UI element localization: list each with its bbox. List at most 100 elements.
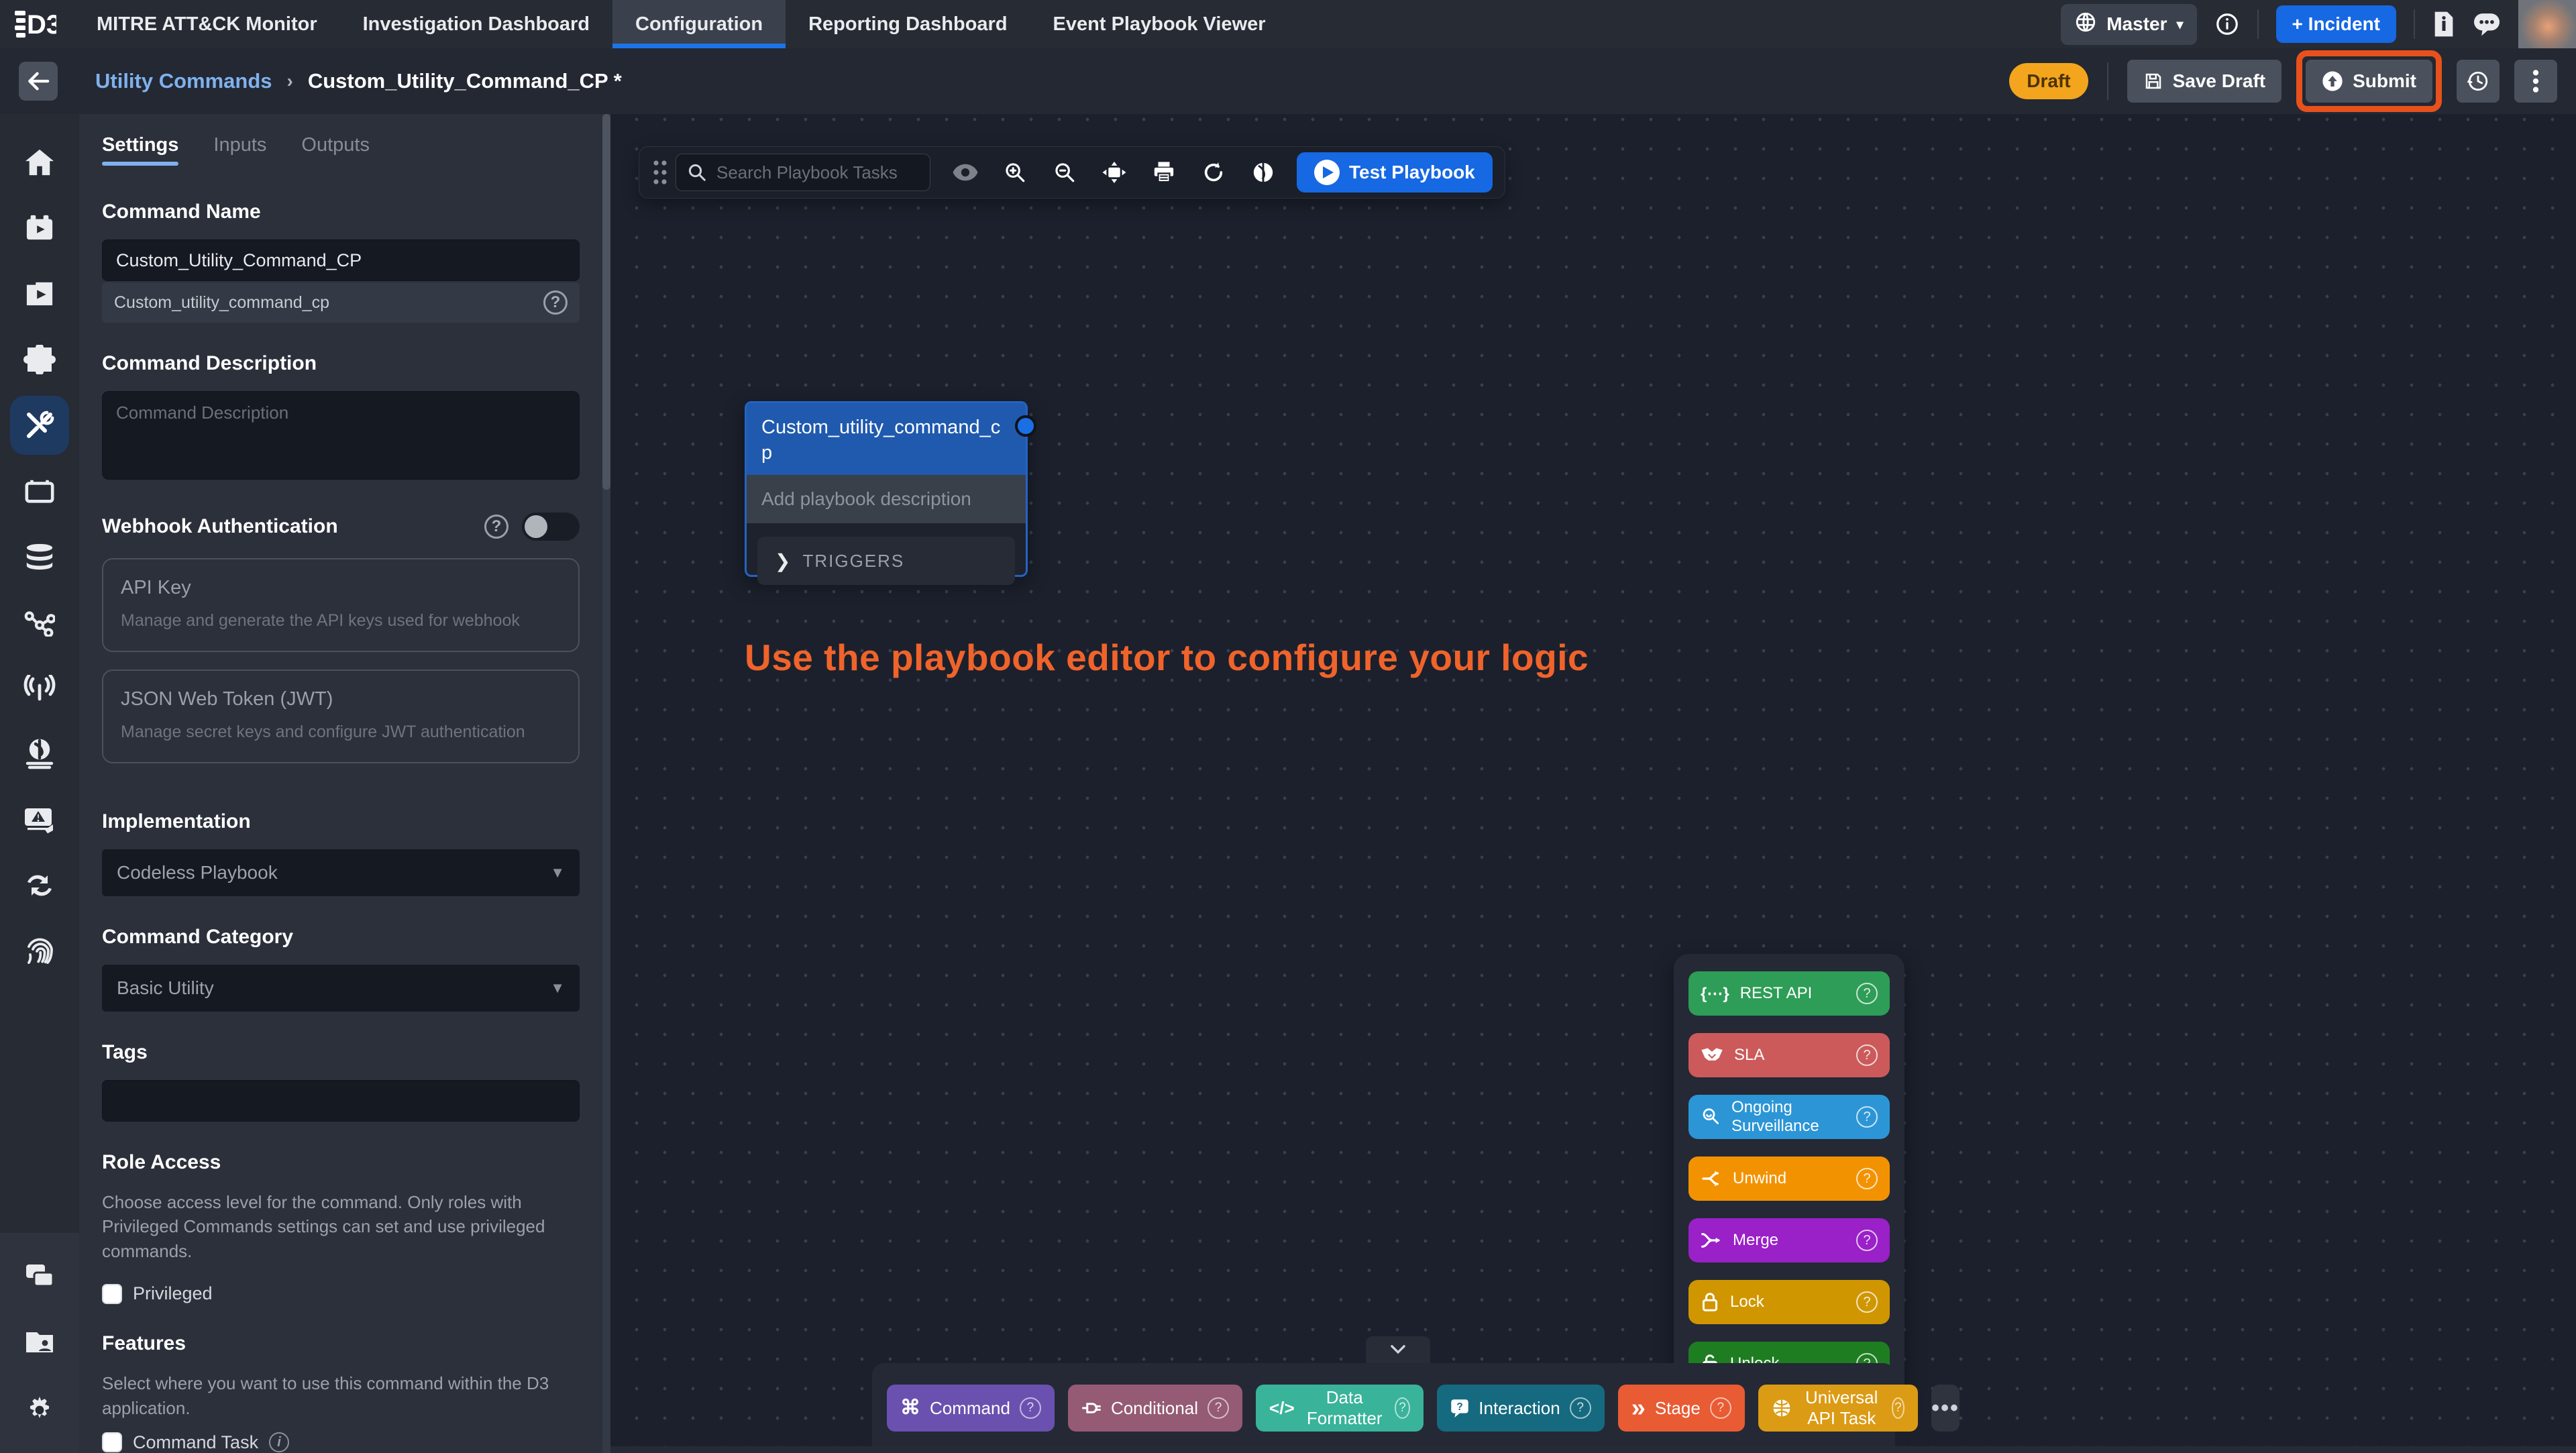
breadcrumb-utility-commands[interactable]: Utility Commands: [95, 69, 272, 93]
print-icon[interactable]: [1142, 154, 1185, 191]
sidebar-webhooks-icon[interactable]: [10, 659, 69, 718]
sidebar-web-intel-icon[interactable]: [10, 724, 69, 784]
node-description-placeholder[interactable]: Add playbook description: [747, 475, 1026, 523]
help-icon[interactable]: ?: [1856, 1230, 1878, 1251]
nav-configuration[interactable]: Configuration: [612, 0, 786, 48]
features-label: Features: [102, 1332, 580, 1355]
sidebar-window-copies-icon[interactable]: [10, 1246, 69, 1305]
help-icon[interactable]: ?: [484, 515, 508, 539]
help-icon[interactable]: ?: [1710, 1397, 1731, 1419]
chat-icon[interactable]: [2473, 11, 2501, 37]
svg-text:?: ?: [1457, 1401, 1463, 1413]
privileged-checkbox[interactable]: [102, 1284, 122, 1304]
save-draft-button[interactable]: Save Draft: [2127, 60, 2282, 103]
add-data-formatter-button[interactable]: </> Data Formatter ?: [1256, 1385, 1424, 1432]
task-merge[interactable]: Merge ?: [1688, 1218, 1890, 1262]
globe-icon[interactable]: [1242, 154, 1285, 191]
implementation-select[interactable]: Codeless Playbook ▼: [102, 849, 580, 896]
nav-reporting-dashboard[interactable]: Reporting Dashboard: [786, 0, 1030, 48]
nav-mitre-attck-monitor[interactable]: MITRE ATT&CK Monitor: [74, 0, 340, 48]
add-interaction-task-button[interactable]: ? Interaction ?: [1437, 1385, 1604, 1432]
command-category-select[interactable]: Basic Utility ▼: [102, 965, 580, 1012]
tags-input[interactable]: [102, 1080, 580, 1122]
add-universal-api-task-button[interactable]: Universal API Task ?: [1758, 1385, 1918, 1432]
api-key-card[interactable]: API Key Manage and generate the API keys…: [102, 558, 580, 652]
submit-label: Submit: [2353, 70, 2416, 92]
help-icon[interactable]: ?: [1856, 1044, 1878, 1066]
sidebar-board-icon[interactable]: [10, 462, 69, 521]
playbook-task-search[interactable]: [676, 154, 930, 191]
task-label: SLA: [1734, 1046, 1845, 1065]
add-command-task-button[interactable]: ⌘ Command ?: [887, 1385, 1055, 1432]
help-icon[interactable]: ?: [1208, 1397, 1229, 1419]
add-stage-button[interactable]: » Stage ?: [1618, 1385, 1745, 1432]
nav-event-playbook-viewer[interactable]: Event Playbook Viewer: [1030, 0, 1289, 48]
submit-button[interactable]: Submit: [2306, 60, 2432, 103]
sidebar-fingerprint-icon[interactable]: [10, 922, 69, 981]
tab-inputs[interactable]: Inputs: [213, 134, 266, 166]
node-output-port[interactable]: [1015, 415, 1036, 437]
command-description-input[interactable]: [102, 391, 580, 480]
help-icon[interactable]: ?: [543, 290, 568, 315]
back-button[interactable]: [19, 62, 58, 101]
help-icon[interactable]: ?: [1395, 1397, 1410, 1419]
sidebar-data-management-icon[interactable]: [10, 527, 69, 586]
help-icon[interactable]: ?: [1020, 1397, 1041, 1419]
sidebar-playbook-player-icon[interactable]: [10, 264, 69, 323]
task-lock[interactable]: Lock ?: [1688, 1280, 1890, 1324]
status-badge: Draft: [2009, 63, 2088, 99]
add-conditional-task-button[interactable]: Conditional ?: [1068, 1385, 1242, 1432]
help-icon[interactable]: ?: [1856, 1291, 1878, 1313]
sidebar-event-monitor-icon[interactable]: [10, 199, 69, 258]
sidebar-incident-report-icon[interactable]: [10, 790, 69, 849]
sidebar-contacts-icon[interactable]: [10, 1312, 69, 1371]
site-selector[interactable]: Master ▾: [2061, 4, 2196, 45]
info-icon[interactable]: [2214, 11, 2240, 37]
sidebar-home-icon[interactable]: [10, 133, 69, 192]
more-task-types-button[interactable]: •••: [1931, 1385, 1960, 1432]
zoom-in-icon[interactable]: [994, 154, 1036, 191]
release-notes-icon[interactable]: [2432, 11, 2455, 38]
help-icon[interactable]: ?: [1856, 983, 1878, 1004]
help-icon[interactable]: ?: [1856, 1106, 1878, 1128]
info-icon[interactable]: i: [269, 1432, 289, 1452]
help-icon[interactable]: ?: [1892, 1397, 1905, 1419]
preview-eye-icon[interactable]: [944, 154, 987, 191]
node-triggers-section[interactable]: ❯ TRIGGERS: [757, 537, 1015, 585]
sidebar-sync-icon[interactable]: [10, 856, 69, 915]
help-icon[interactable]: ?: [1570, 1397, 1591, 1419]
playbook-root-node[interactable]: Custom_utility_command_cp Add playbook d…: [745, 401, 1028, 577]
webhook-auth-toggle[interactable]: [522, 513, 580, 541]
refresh-icon[interactable]: [1192, 154, 1235, 191]
command-name-input[interactable]: [102, 239, 580, 281]
task-sla[interactable]: SLA ?: [1688, 1033, 1890, 1077]
search-input[interactable]: [716, 162, 919, 183]
version-history-button[interactable]: [2457, 60, 2500, 103]
sidebar-utility-commands-icon[interactable]: [10, 396, 69, 455]
task-ongoing-surveillance[interactable]: Ongoing Surveillance ?: [1688, 1095, 1890, 1139]
task-rest-api[interactable]: {⋯} REST API ?: [1688, 971, 1890, 1016]
fit-to-screen-icon[interactable]: [1093, 154, 1136, 191]
sidebar-integrations-icon[interactable]: [10, 330, 69, 389]
node-title[interactable]: Custom_utility_command_cp: [747, 403, 1026, 475]
tab-outputs[interactable]: Outputs: [301, 134, 370, 166]
task-unwind[interactable]: Unwind ?: [1688, 1156, 1890, 1201]
zoom-out-icon[interactable]: [1043, 154, 1086, 191]
playbook-canvas[interactable]: Test Playbook Custom_utility_command_cp …: [610, 114, 2576, 1453]
help-icon[interactable]: ?: [1856, 1168, 1878, 1189]
add-incident-button[interactable]: + Incident: [2276, 5, 2396, 43]
sidebar-connections-icon[interactable]: [10, 593, 69, 652]
features-description: Select where you want to use this comman…: [102, 1371, 580, 1420]
toolbar-collapse-button[interactable]: [1366, 1336, 1430, 1363]
sidebar-settings-icon[interactable]: [10, 1378, 69, 1437]
command-task-checkbox[interactable]: [102, 1432, 122, 1452]
panel-scrollbar[interactable]: [602, 114, 610, 1453]
horizontal-scrollbar-track[interactable]: [610, 1446, 2576, 1453]
user-avatar[interactable]: [2518, 0, 2576, 48]
more-actions-button[interactable]: [2514, 60, 2557, 103]
drag-handle-icon[interactable]: [651, 159, 669, 186]
tab-settings[interactable]: Settings: [102, 134, 178, 166]
jwt-card[interactable]: JSON Web Token (JWT) Manage secret keys …: [102, 669, 580, 763]
test-playbook-button[interactable]: Test Playbook: [1297, 152, 1493, 193]
nav-investigation-dashboard[interactable]: Investigation Dashboard: [340, 0, 612, 48]
